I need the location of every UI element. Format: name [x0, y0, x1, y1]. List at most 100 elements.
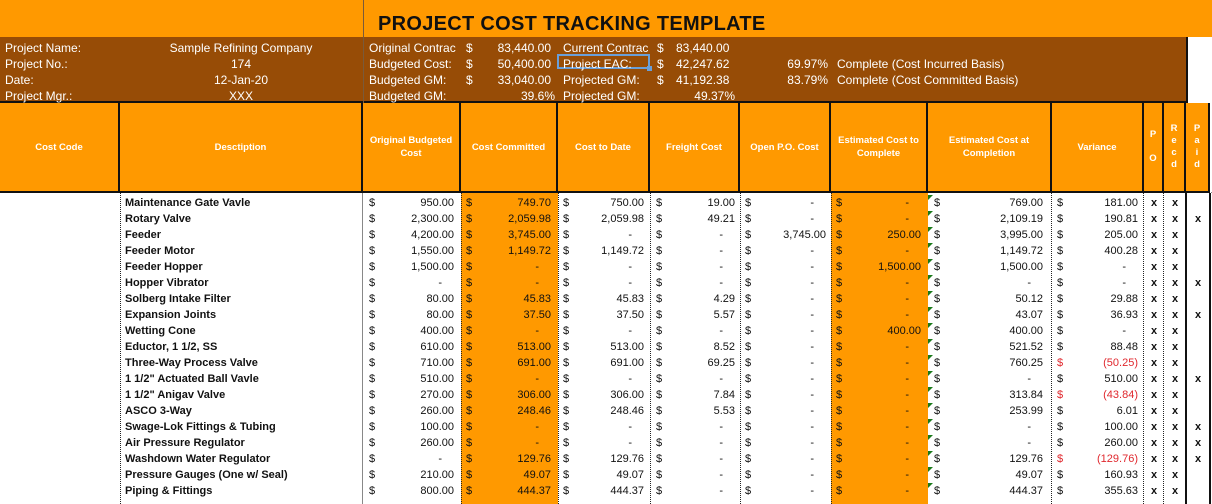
project-no-value[interactable]: 174 [120, 56, 362, 72]
table-row[interactable]: 1 1/2" Actuated Ball Vavle $510.00 $ - $ - $ - $… [0, 371, 1212, 387]
projected-gm-value[interactable]: 41,192.38 [676, 72, 729, 88]
recd-mark[interactable]: x [1165, 387, 1185, 403]
table-row[interactable]: Rotary Valve $2,300.00 $2,059.98 $2,059.98 $… [0, 211, 1212, 227]
orig-cell[interactable]: 4,200.00 [378, 227, 454, 243]
completion-committed-label[interactable]: Complete (Cost Committed Basis) [837, 72, 1018, 88]
table-row[interactable]: Three-Way Process Valve $710.00 $691.00 $69… [0, 355, 1212, 371]
po-mark[interactable]: x [1145, 323, 1163, 339]
budgeted-gm-pct-value[interactable]: 39.6% [480, 88, 555, 104]
cost-code-cell[interactable] [4, 483, 114, 499]
cost-code-cell[interactable] [4, 259, 114, 275]
completion-committed-percent[interactable]: 83.79% [760, 72, 828, 88]
orig-cell[interactable]: 1,500.00 [378, 259, 454, 275]
variance-cell[interactable]: - [1066, 275, 1126, 291]
to-date-cell[interactable]: - [572, 259, 632, 275]
paid-mark[interactable]: x [1187, 307, 1209, 323]
freight-cell[interactable]: - [665, 227, 723, 243]
to-date-cell[interactable]: 248.46 [572, 403, 644, 419]
committed-cell[interactable]: - [475, 275, 539, 291]
cost-code-cell[interactable] [4, 243, 114, 259]
po-mark[interactable]: x [1145, 195, 1163, 211]
open-po-cell[interactable]: - [754, 291, 814, 307]
variance-cell[interactable]: 160.93 [1066, 467, 1138, 483]
variance-cell[interactable]: 29.88 [1066, 291, 1138, 307]
original-contract-label[interactable]: Original Contrac [369, 40, 462, 56]
table-row[interactable]: ASCO 3-Way $260.00 $248.46 $248.46 $5.53 $ - $ -… [0, 403, 1212, 419]
po-mark[interactable]: x [1145, 291, 1163, 307]
open-po-cell[interactable]: - [754, 195, 814, 211]
to-date-cell[interactable]: 1,149.72 [572, 243, 644, 259]
paid-mark[interactable]: x [1187, 371, 1209, 387]
po-mark[interactable]: x [1145, 243, 1163, 259]
eac-cell[interactable]: 1,149.72 [943, 243, 1043, 259]
recd-mark[interactable]: x [1165, 259, 1185, 275]
variance-cell[interactable]: 6.01 [1066, 403, 1138, 419]
paid-mark[interactable] [1187, 339, 1209, 355]
to-date-cell[interactable]: 49.07 [572, 467, 644, 483]
description-cell[interactable]: Pressure Gauges (One w/ Seal) [125, 467, 288, 483]
committed-cell[interactable]: 2,059.98 [475, 211, 551, 227]
cost-code-cell[interactable] [4, 227, 114, 243]
table-row[interactable]: Pressure Gauges (One w/ Seal) $210.00 $49.… [0, 467, 1212, 483]
po-mark[interactable]: x [1145, 403, 1163, 419]
project-mgr-value[interactable]: XXX [120, 88, 362, 104]
cost-code-cell[interactable] [4, 307, 114, 323]
freight-cell[interactable]: - [665, 371, 723, 387]
orig-cell[interactable]: 510.00 [378, 371, 454, 387]
variance-cell[interactable]: (129.76) [1066, 451, 1138, 467]
committed-cell[interactable]: 1,149.72 [475, 243, 551, 259]
eac-cell[interactable]: 521.52 [943, 339, 1043, 355]
completion-incurred-label[interactable]: Complete (Cost Incurred Basis) [837, 56, 1004, 72]
open-po-cell[interactable]: - [754, 435, 814, 451]
open-po-cell[interactable]: 3,745.00 [754, 227, 826, 243]
po-mark[interactable]: x [1145, 355, 1163, 371]
committed-cell[interactable]: - [475, 371, 539, 387]
recd-mark[interactable]: x [1165, 227, 1185, 243]
to-date-cell[interactable]: 444.37 [572, 483, 644, 499]
orig-cell[interactable]: 260.00 [378, 403, 454, 419]
cost-code-cell[interactable] [4, 371, 114, 387]
orig-cell[interactable]: 1,550.00 [378, 243, 454, 259]
orig-cell[interactable]: - [378, 275, 442, 291]
eac-cell[interactable]: 1,500.00 [943, 259, 1043, 275]
original-contract-value[interactable]: 83,440.00 [480, 40, 551, 56]
variance-cell[interactable]: 190.81 [1066, 211, 1138, 227]
projected-gm-pct-label[interactable]: Projected GM: [563, 88, 640, 104]
completion-incurred-percent[interactable]: 69.97% [760, 56, 828, 72]
recd-mark[interactable]: x [1165, 323, 1185, 339]
open-po-cell[interactable]: - [754, 243, 814, 259]
recd-mark[interactable]: x [1165, 291, 1185, 307]
po-mark[interactable]: x [1145, 275, 1163, 291]
variance-cell[interactable]: 88.48 [1066, 339, 1138, 355]
open-po-cell[interactable]: - [754, 323, 814, 339]
eac-cell[interactable]: - [943, 419, 1031, 435]
recd-mark[interactable]: x [1165, 451, 1185, 467]
po-mark[interactable]: x [1145, 435, 1163, 451]
open-po-cell[interactable]: - [754, 211, 814, 227]
orig-cell[interactable]: 710.00 [378, 355, 454, 371]
table-row[interactable]: Eductor, 1 1/2, SS $610.00 $513.00 $513.00 $… [0, 339, 1212, 355]
to-date-cell[interactable]: 2,059.98 [572, 211, 644, 227]
cost-code-cell[interactable] [4, 275, 114, 291]
po-mark[interactable]: x [1145, 227, 1163, 243]
committed-cell[interactable]: 37.50 [475, 307, 551, 323]
project-no-label[interactable]: Project No.: [5, 56, 68, 72]
cost-code-cell[interactable] [4, 195, 114, 211]
open-po-cell[interactable]: - [754, 403, 814, 419]
etc-cell[interactable]: - [845, 451, 909, 467]
table-row[interactable]: Swage-Lok Fittings & Tubing $100.00 $ - $ - $ -… [0, 419, 1212, 435]
description-cell[interactable]: Swage-Lok Fittings & Tubing [125, 419, 276, 435]
table-row[interactable]: Hopper Vibrator $ - $ - $ - $ - $ - $ - $ - $ - x x x [0, 275, 1212, 291]
project-name-value[interactable]: Sample Refining Company [120, 40, 362, 56]
to-date-cell[interactable]: - [572, 371, 632, 387]
cost-code-cell[interactable] [4, 387, 114, 403]
header-freight-cost[interactable]: Freight Cost [650, 103, 740, 193]
po-mark[interactable]: x [1145, 419, 1163, 435]
freight-cell[interactable]: - [665, 243, 723, 259]
description-cell[interactable]: Air Pressure Regulator [125, 435, 245, 451]
description-cell[interactable]: Hopper Vibrator [125, 275, 209, 291]
paid-mark[interactable] [1187, 467, 1209, 483]
freight-cell[interactable]: - [665, 467, 723, 483]
po-mark[interactable]: x [1145, 387, 1163, 403]
recd-mark[interactable]: x [1165, 275, 1185, 291]
